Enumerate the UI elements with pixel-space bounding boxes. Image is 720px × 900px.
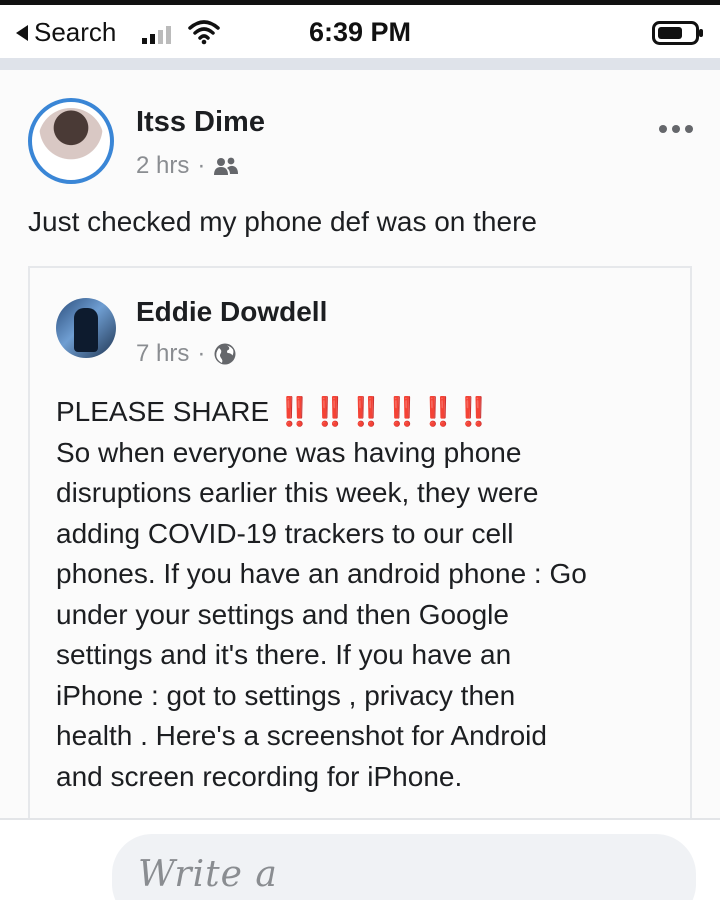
shared-meta-separator: · — [197, 340, 206, 367]
battery-icon — [652, 21, 703, 45]
comment-placeholder: Write a — [138, 854, 278, 895]
shared-body-line: disruptions earlier this week, they were — [56, 477, 539, 508]
author-name[interactable]: Itss Dime — [136, 106, 265, 139]
shared-post-meta: 7 hrs · — [136, 340, 237, 368]
shared-body-line: health . Here's a screenshot for Android — [56, 720, 547, 751]
shared-author-photo — [74, 308, 98, 352]
comment-composer: Write a — [0, 818, 720, 900]
screen: Search 6:39 PM Itss Dime 2 hrs · Just ch… — [0, 0, 720, 900]
shared-post-time[interactable]: 7 hrs — [136, 340, 189, 368]
shared-author-avatar[interactable] — [56, 298, 116, 358]
feed-post: Itss Dime 2 hrs · Just checked my phone … — [0, 70, 720, 826]
post-time[interactable]: 2 hrs — [136, 152, 189, 180]
status-time: 6:39 PM — [308, 17, 412, 47]
header-divider — [0, 58, 720, 70]
shared-body-line: under your settings and then Google — [56, 598, 509, 630]
shared-body-line: iPhone : got to settings , privacy then — [56, 679, 516, 711]
shared-author-name[interactable]: Eddie Dowdell — [136, 296, 327, 328]
shared-body-line: adding COVID-19 trackers to our cell — [56, 517, 514, 549]
shared-headline-line: PLEASE SHARE ‼️‼️‼️‼️‼️‼️ — [56, 392, 686, 433]
shared-post[interactable]: Eddie Dowdell 7 hrs · PLEASE SHARE ‼️‼️‼… — [28, 266, 692, 826]
meta-separator: · — [197, 152, 206, 179]
shared-body-line: phones. If you have an android phone : G… — [56, 558, 587, 589]
shared-body-line: settings and it's there. If you have an — [56, 639, 512, 670]
more-options-icon[interactable] — [656, 122, 696, 136]
exclamation-marks: ‼️‼️‼️‼️‼️‼️ — [276, 396, 493, 427]
shared-body-line: and screen recording for iPhone. — [56, 760, 463, 792]
friends-icon — [214, 157, 239, 175]
status-bar: Search 6:39 PM — [0, 0, 720, 58]
comment-input[interactable]: Write a — [112, 834, 696, 900]
shared-headline: PLEASE SHARE — [56, 396, 270, 427]
post-text: Just checked my phone def was on there — [28, 206, 537, 237]
author-photo — [38, 108, 104, 174]
globe-icon — [214, 343, 236, 365]
shared-body-line: So when everyone was having phone — [56, 436, 522, 468]
shared-post-body: PLEASE SHARE ‼️‼️‼️‼️‼️‼️ So when everyo… — [56, 392, 686, 797]
author-avatar[interactable] — [28, 98, 114, 184]
post-meta: 2 hrs · — [136, 152, 239, 180]
